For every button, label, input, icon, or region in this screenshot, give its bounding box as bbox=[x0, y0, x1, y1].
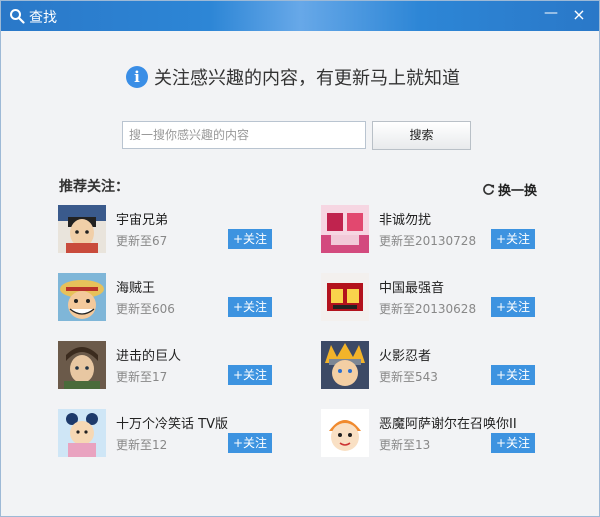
item-thumbnail bbox=[58, 273, 106, 321]
follow-button[interactable]: +关注 bbox=[228, 229, 272, 249]
item-name: 恶魔阿萨谢尔在召唤你II bbox=[379, 417, 517, 432]
refresh-icon bbox=[483, 183, 495, 195]
recommend-item[interactable]: 海贼王 更新至606 +关注 bbox=[58, 273, 288, 323]
item-status: 更新至12 bbox=[116, 438, 168, 452]
section-title: 推荐关注： bbox=[59, 179, 129, 195]
item-status: 更新至17 bbox=[116, 370, 168, 384]
search-icon bbox=[10, 9, 25, 24]
item-status: 更新至543 bbox=[379, 370, 438, 384]
search-button[interactable]: 搜索 bbox=[372, 121, 471, 150]
item-name: 非诚勿扰 bbox=[379, 213, 432, 228]
item-name: 火影忍者 bbox=[379, 349, 432, 364]
item-thumbnail bbox=[58, 205, 106, 253]
item-thumbnail bbox=[321, 205, 369, 253]
recommend-item[interactable]: 非诚勿扰 更新至20130728 +关注 bbox=[321, 205, 551, 255]
item-name: 进击的巨人 bbox=[116, 349, 182, 364]
item-status: 更新至20130628 bbox=[379, 302, 477, 316]
search-window: 查找 — × i 关注感兴趣的内容，有更新马上就知道 搜一搜你感兴趣的内容 搜索… bbox=[0, 0, 600, 517]
follow-button[interactable]: +关注 bbox=[228, 433, 272, 453]
follow-button[interactable]: +关注 bbox=[491, 433, 535, 453]
item-thumbnail bbox=[321, 409, 369, 457]
item-status: 更新至13 bbox=[379, 438, 431, 452]
title-bar[interactable]: 查找 — × bbox=[1, 1, 599, 31]
headline-text: 关注感兴趣的内容，有更新马上就知道 bbox=[154, 68, 460, 89]
search-input[interactable]: 搜一搜你感兴趣的内容 bbox=[122, 121, 366, 149]
item-status: 更新至67 bbox=[116, 234, 168, 248]
recommend-item[interactable]: 中国最强音 更新至20130628 +关注 bbox=[321, 273, 551, 323]
minimize-button[interactable]: — bbox=[541, 5, 561, 25]
item-thumbnail bbox=[58, 409, 106, 457]
follow-button[interactable]: +关注 bbox=[491, 365, 535, 385]
recommend-item[interactable]: 宇宙兄弟 更新至67 +关注 bbox=[58, 205, 288, 255]
follow-button[interactable]: +关注 bbox=[228, 365, 272, 385]
info-icon: i bbox=[126, 66, 148, 88]
refresh-label: 换一换 bbox=[498, 184, 538, 199]
close-button[interactable]: × bbox=[569, 5, 589, 25]
follow-button[interactable]: +关注 bbox=[491, 297, 535, 317]
item-status: 更新至606 bbox=[116, 302, 175, 316]
recommend-item[interactable]: 进击的巨人 更新至17 +关注 bbox=[58, 341, 288, 391]
headline: i 关注感兴趣的内容，有更新马上就知道 bbox=[126, 65, 460, 89]
item-thumbnail bbox=[58, 341, 106, 389]
refresh-button[interactable]: 换一换 bbox=[482, 180, 537, 199]
item-status: 更新至20130728 bbox=[379, 234, 477, 248]
recommend-item[interactable]: 恶魔阿萨谢尔在召唤你II 更新至13 +关注 bbox=[321, 409, 551, 459]
item-name: 海贼王 bbox=[116, 281, 156, 296]
recommend-item[interactable]: 十万个冷笑话 TV版 更新至12 +关注 bbox=[58, 409, 288, 459]
item-name: 中国最强音 bbox=[379, 281, 445, 296]
item-name: 十万个冷笑话 TV版 bbox=[116, 417, 228, 432]
window-title: 查找 bbox=[29, 10, 57, 26]
item-name: 宇宙兄弟 bbox=[116, 213, 169, 228]
follow-button[interactable]: +关注 bbox=[228, 297, 272, 317]
item-thumbnail bbox=[321, 341, 369, 389]
recommend-item[interactable]: 火影忍者 更新至543 +关注 bbox=[321, 341, 551, 391]
item-thumbnail bbox=[321, 273, 369, 321]
follow-button[interactable]: +关注 bbox=[491, 229, 535, 249]
